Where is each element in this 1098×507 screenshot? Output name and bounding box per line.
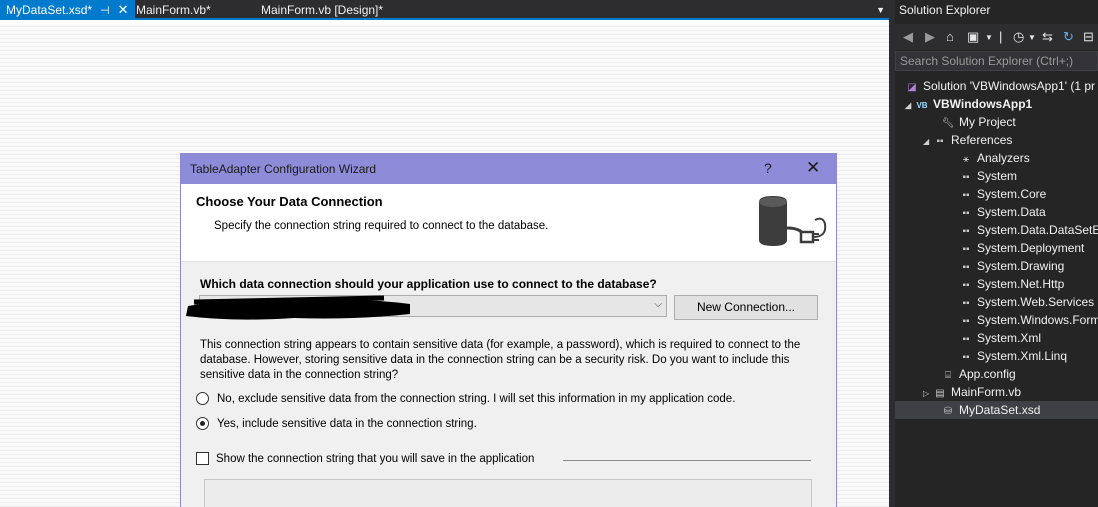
tree-item-app-config[interactable]: ⌸ App.config [941,365,1016,383]
tab-mydataset-xsd[interactable]: MyDataSet.xsd* ⊣ ✕ [0,0,135,20]
tab-label: MainForm.vb* [136,3,211,17]
checkbox-label: Show the connection string that you will… [216,452,535,465]
pin-icon[interactable]: ⊣ [100,1,110,21]
divider-icon: | [999,29,1003,44]
close-icon[interactable]: ✕ [806,158,820,178]
switch-views-icon[interactable]: ▣ [967,29,979,45]
search-input[interactable]: Search Solution Explorer (Ctrl+;) [895,51,1098,71]
home-icon[interactable]: ⌂ [946,29,954,44]
dialog-title-bar[interactable]: TableAdapter Configuration Wizard ? ✕ [181,154,836,184]
chevron-down-icon[interactable]: ▼ [1028,33,1036,42]
chevron-down-icon[interactable]: ▼ [985,33,993,42]
radio-label: No, exclude sensitive data from the conn… [217,392,736,405]
radio-include-sensitive[interactable]: Yes, include sensitive data in the conne… [196,417,477,430]
tree-item-reference[interactable]: ▪▪ System.Web.Services [959,293,1094,311]
tree-item-reference[interactable]: ▪▪ System.Deployment [959,239,1084,257]
dataset-icon: ⛁ [943,406,953,417]
vb-project-icon: VB [916,101,928,110]
data-connection-select[interactable]: ⌵ [186,295,667,320]
solution-explorer-panel: Solution Explorer ◀ ▶ ⌂ ▣ ▼ | ◷ ▼ ⇆ ↻ ⊟ … [895,0,1098,507]
show-connection-string-option[interactable]: Show the connection string that you will… [196,452,534,465]
tree-item-references[interactable]: ◢ ▪▪ References [923,131,1012,149]
collapse-all-icon[interactable]: ⊟ [1083,29,1094,45]
expand-arrow-icon[interactable]: ◢ [905,97,915,115]
connection-question-label: Which data connection should your applic… [200,277,657,291]
close-tab-icon[interactable]: ✕ [118,0,129,20]
tree-item-reference[interactable]: ▪▪ System.Data.DataSetEx [959,221,1098,239]
search-placeholder: Search Solution Explorer (Ctrl+;) [900,54,1074,68]
radio-button[interactable] [196,392,209,405]
tree-item-reference[interactable]: ▪▪ System.Core [959,185,1046,203]
show-connection-string-checkbox[interactable] [196,452,209,465]
redaction-scribble [186,295,410,320]
pending-changes-filter-icon[interactable]: ◷ [1013,29,1024,45]
expand-arrow-icon[interactable]: ◢ [923,133,933,151]
tree-item-reference[interactable]: ▪▪ System.Data [959,203,1045,221]
radio-button-selected[interactable] [196,417,209,430]
tree-item-mydataset[interactable]: ⛁ MyDataSet.xsd [895,401,1098,419]
tab-label: MyDataSet.xsd* [6,3,93,17]
document-tab-strip: MyDataSet.xsd* ⊣ ✕ MainForm.vb* MainForm.v… [0,0,889,20]
radio-label: Yes, include sensitive data in the conne… [217,417,477,430]
group-divider [563,460,811,461]
database-connection-icon [759,196,827,246]
tree-item-my-project[interactable]: 🔧︎ My Project [941,113,1016,131]
tab-mainform-design[interactable]: MainForm.vb [Design]* [261,0,383,20]
page-subtitle: Specify the connection string required t… [214,220,549,232]
chevron-down-icon[interactable]: ⌵ [654,299,662,310]
refresh-icon[interactable]: ↻ [1063,29,1074,45]
tree-item-mainform[interactable]: ▷ ▤ MainForm.vb [923,383,1021,401]
radio-exclude-sensitive[interactable]: No, exclude sensitive data from the conn… [196,392,735,405]
dialog-header: Choose Your Data Connection Specify the … [181,184,836,262]
new-connection-button[interactable]: New Connection... [674,295,818,320]
tree-item-reference[interactable]: ▪▪ System.Windows.Form [959,311,1098,329]
tree-item-reference[interactable]: ⚹ Analyzers [959,149,1030,167]
references-icon: ▪▪ [936,136,944,147]
help-icon[interactable]: ? [764,160,772,176]
forward-icon[interactable]: ▶ [925,29,935,45]
tree-item-project[interactable]: ◢ VB VBWindowsApp1 [905,95,1032,113]
tree-item-reference[interactable]: ▪▪ System.Xml.Linq [959,347,1067,365]
dialog-title: TableAdapter Configuration Wizard [190,162,377,176]
sensitive-data-message: This connection string appears to contai… [200,339,801,381]
tree-item-reference[interactable]: ▪▪ System.Drawing [959,257,1064,275]
back-icon[interactable]: ◀ [903,29,913,45]
connection-string-textbox[interactable] [204,479,812,507]
tree-item-reference[interactable]: ▪▪ System [959,167,1017,185]
sync-icon[interactable]: ⇆ [1042,29,1053,45]
tree-item-reference[interactable]: ▪▪ System.Net.Http [959,275,1064,293]
tree-item-reference[interactable]: ▪▪ System.Xml [959,329,1041,347]
tab-mainform-vb[interactable]: MainForm.vb* [136,0,211,20]
tree-item-solution[interactable]: ◪ Solution 'VBWindowsApp1' (1 pr [905,77,1095,95]
tab-label: MainForm.vb [Design]* [261,3,384,17]
tab-overflow-dropdown-icon[interactable]: ▼ [876,0,885,20]
solution-explorer-toolbar: ◀ ▶ ⌂ ▣ ▼ | ◷ ▼ ⇆ ↻ ⊟ [895,24,1098,50]
panel-title: Solution Explorer [899,3,991,17]
designer-top-margin [0,20,889,24]
tableadapter-wizard-dialog: TableAdapter Configuration Wizard ? ✕ Ch… [180,153,837,507]
page-title: Choose Your Data Connection [196,194,383,209]
